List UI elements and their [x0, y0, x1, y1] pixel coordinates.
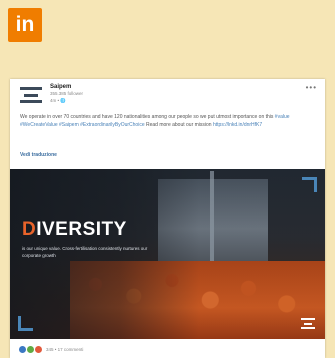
- post-text-plain: We operate in over 70 countries and have…: [20, 114, 275, 120]
- post-header: Saipem 355.385 follower 4m • 🌐 •••: [10, 79, 325, 111]
- more-options-icon[interactable]: •••: [306, 84, 317, 92]
- post-text-tail: Read more about our mission: [144, 122, 213, 128]
- linkedin-logo-icon[interactable]: in: [8, 8, 42, 42]
- see-translation-link[interactable]: Vedi traduzione: [20, 152, 57, 158]
- saipem-logo-icon[interactable]: [20, 87, 42, 103]
- post-link[interactable]: https://lnkd.in/dnrHfK7: [213, 122, 262, 128]
- post-body-text: We operate in over 70 countries and have…: [20, 113, 318, 129]
- saipem-watermark-icon: [301, 318, 315, 329]
- company-name[interactable]: Saipem: [50, 84, 71, 90]
- frame-corner-top-right: [302, 177, 317, 192]
- frame-corner-bottom-left: [18, 316, 33, 331]
- follower-count: 355.385 follower: [50, 91, 84, 96]
- love-icon: [34, 344, 43, 354]
- reaction-count[interactable]: 345 • 17 commenti: [46, 347, 83, 352]
- post-image[interactable]: DIVERSITY is our unique value. Cross-fer…: [10, 169, 325, 339]
- post-age: 4m • 🌐: [50, 98, 66, 103]
- image-subtitle: is our unique value. Cross-fertilisation…: [22, 246, 148, 258]
- linkedin-post-card: Saipem 355.385 follower 4m • 🌐 ••• We op…: [10, 79, 325, 358]
- reactions-bar[interactable]: 345 • 17 commenti: [18, 344, 83, 354]
- image-headline: DIVERSITY: [22, 219, 127, 240]
